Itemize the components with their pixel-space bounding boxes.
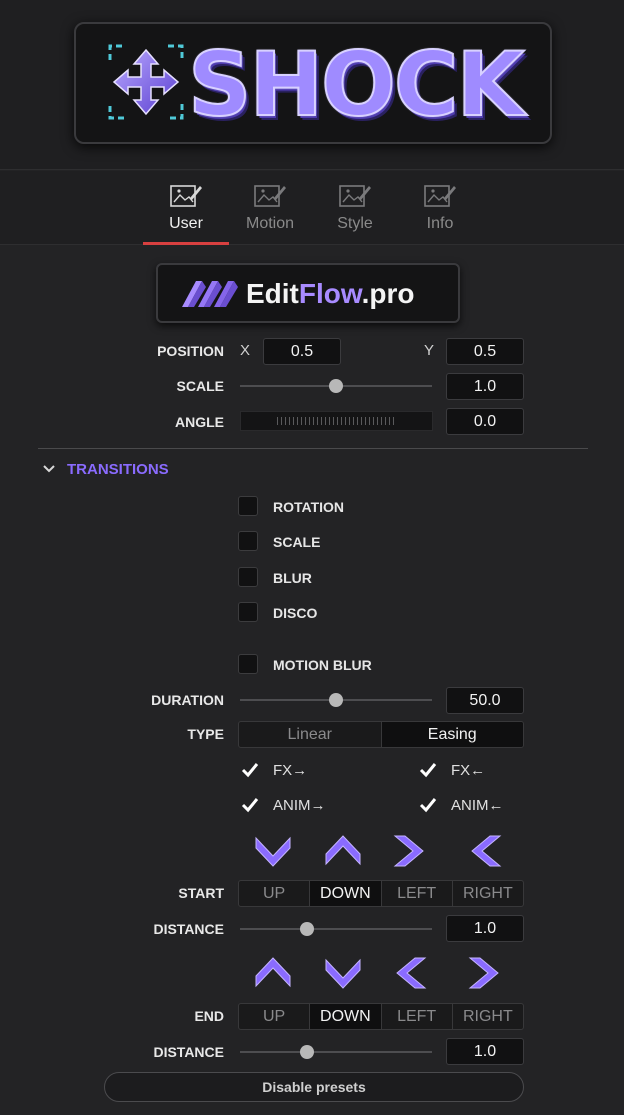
start-distance-slider[interactable] (240, 922, 432, 936)
end-distance-input[interactable]: 1.0 (446, 1038, 524, 1065)
tab-label: User (169, 215, 203, 232)
tab-label: Style (337, 215, 373, 232)
logo-header: SHOCK (0, 0, 624, 170)
edit-image-icon (424, 185, 456, 207)
end-distance-label: DISTANCE (153, 1044, 224, 1060)
tab-label: Info (426, 215, 454, 232)
angle-label: ANGLE (175, 414, 224, 430)
start-distance-input[interactable]: 1.0 (446, 915, 524, 942)
anim-out-checkbox[interactable] (418, 795, 438, 815)
end-option-right[interactable]: RIGHT (453, 1004, 523, 1029)
fx-out-checkbox[interactable] (418, 760, 438, 780)
slider-track (240, 928, 432, 930)
duration-input[interactable]: 50.0 (446, 687, 524, 714)
scale-label: SCALE (273, 534, 321, 550)
start-distance-label: DISTANCE (153, 921, 224, 937)
logo-text: SHOCK (187, 32, 526, 137)
editflow-brand-button[interactable]: EditFlow.pro (156, 263, 460, 323)
brand-name: EditFlow.pro (246, 277, 415, 311)
type-option-linear[interactable]: Linear (239, 722, 382, 747)
end-option-up[interactable]: UP (239, 1004, 311, 1029)
end-option-down[interactable]: DOWN (310, 1004, 382, 1029)
end-distance-slider[interactable] (240, 1045, 432, 1059)
rotation-checkbox[interactable] (238, 496, 258, 516)
chevron-up-icon[interactable] (324, 834, 362, 868)
type-label: TYPE (187, 726, 224, 742)
rotation-label: ROTATION (273, 499, 345, 515)
position-x-input[interactable]: 0.5 (263, 338, 341, 365)
start-label: START (178, 885, 224, 901)
chevron-left-icon[interactable] (391, 956, 429, 990)
blur-label: BLUR (273, 570, 312, 586)
blur-checkbox[interactable] (238, 567, 258, 587)
end-direction-selector: UP DOWN LEFT RIGHT (238, 1003, 524, 1030)
transitions-title: TRANSITIONS (67, 461, 169, 478)
start-option-left[interactable]: LEFT (382, 881, 453, 906)
angle-input[interactable]: 0.0 (446, 408, 524, 435)
chevron-right-icon[interactable] (391, 834, 429, 868)
move-arrows-icon (108, 44, 184, 120)
position-y-label: Y (424, 342, 435, 359)
type-selector: Linear Easing (238, 721, 524, 748)
disable-presets-button[interactable]: Disable presets (104, 1072, 524, 1102)
tab-style[interactable]: Style (312, 171, 398, 245)
chevron-down-icon[interactable] (324, 956, 362, 990)
slider-knob[interactable] (329, 379, 343, 393)
scale-label: SCALE (176, 378, 224, 394)
scale-input[interactable]: 1.0 (446, 373, 524, 400)
edit-image-icon (254, 185, 286, 207)
tab-motion[interactable]: Motion (227, 171, 313, 245)
slider-knob[interactable] (329, 693, 343, 707)
end-label: END (194, 1008, 224, 1024)
position-label: POSITION (157, 343, 224, 359)
brand-name-part: Flow (298, 278, 362, 309)
angle-dial[interactable] (240, 411, 433, 431)
chevron-down-icon[interactable] (254, 834, 292, 868)
scale-slider[interactable] (240, 379, 432, 393)
start-option-up[interactable]: UP (239, 881, 311, 906)
start-direction-selector: UP DOWN LEFT RIGHT (238, 880, 524, 907)
chevron-left-icon[interactable] (466, 834, 504, 868)
type-option-easing[interactable]: Easing (381, 722, 523, 747)
anim-in-label: ANIM→ (273, 797, 326, 814)
slider-track (240, 1051, 432, 1053)
fx-in-checkbox[interactable] (240, 760, 260, 780)
slider-knob[interactable] (300, 922, 315, 936)
scale-checkbox[interactable] (238, 531, 258, 551)
chevron-right-icon[interactable] (466, 956, 504, 990)
brand-name-part: .pro (361, 278, 415, 309)
motion-blur-checkbox[interactable] (238, 654, 258, 674)
end-option-left[interactable]: LEFT (382, 1004, 453, 1029)
chevron-up-icon[interactable] (254, 956, 292, 990)
chevron-down-icon (43, 465, 55, 473)
anim-in-checkbox[interactable] (240, 795, 260, 815)
brand-name-part: Edit (246, 278, 299, 309)
edit-image-icon (170, 185, 202, 207)
motion-blur-label: MOTION BLUR (273, 657, 372, 673)
position-x-label: X (240, 342, 251, 359)
edit-image-icon (339, 185, 371, 207)
duration-label: DURATION (151, 692, 224, 708)
tab-info[interactable]: Info (397, 171, 483, 245)
disco-checkbox[interactable] (238, 602, 258, 622)
position-y-input[interactable]: 0.5 (446, 338, 524, 365)
editflow-logo-icon (182, 281, 238, 307)
shock-logo: SHOCK (74, 22, 552, 144)
tab-label: Motion (245, 215, 295, 232)
anim-out-label: ANIM← (451, 797, 504, 814)
disco-label: DISCO (273, 605, 318, 621)
duration-slider[interactable] (240, 693, 432, 707)
start-option-down[interactable]: DOWN (310, 881, 382, 906)
tab-bar: User Motion Style Info (0, 171, 624, 245)
slider-knob[interactable] (300, 1045, 315, 1059)
start-option-right[interactable]: RIGHT (453, 881, 523, 906)
tab-user[interactable]: User (143, 171, 229, 245)
fx-out-label: FX← (451, 762, 486, 779)
fx-in-label: FX→ (273, 762, 308, 779)
section-divider (38, 448, 588, 449)
